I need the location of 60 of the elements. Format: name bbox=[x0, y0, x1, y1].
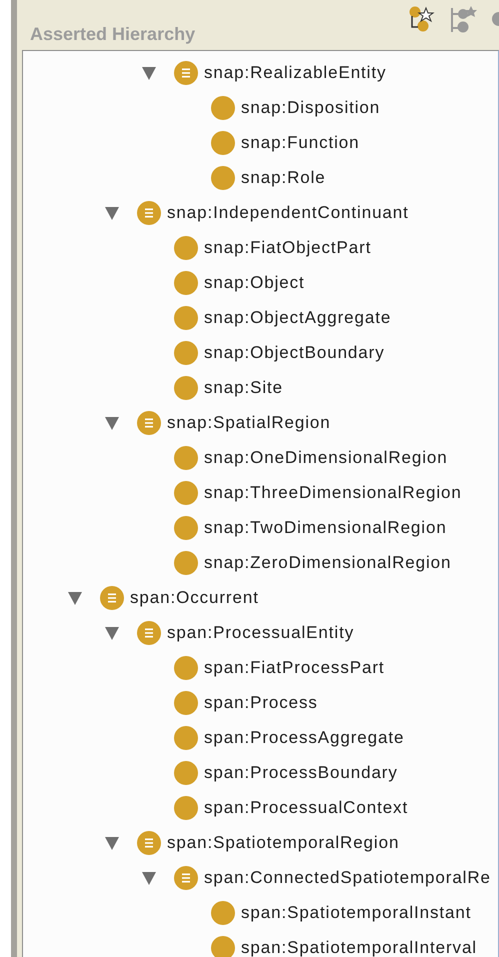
collapse-triangle-icon[interactable] bbox=[142, 870, 156, 884]
class-label[interactable]: span:Process bbox=[204, 692, 318, 712]
class-label[interactable]: span:ProcessBoundary bbox=[204, 762, 398, 782]
class-icon bbox=[100, 586, 124, 610]
class-icon bbox=[137, 620, 161, 644]
class-label[interactable]: snap:Function bbox=[241, 132, 360, 152]
class-label[interactable]: span:ProcessualEntity bbox=[167, 622, 354, 642]
add-subclass-icon[interactable] bbox=[409, 6, 435, 32]
circle-icon bbox=[174, 690, 198, 714]
class-label[interactable]: snap:ObjectAggregate bbox=[204, 308, 392, 328]
class-label[interactable]: span:ConnectedSpatiotemporalRe bbox=[204, 868, 491, 888]
collapse-triangle-icon[interactable] bbox=[105, 626, 119, 640]
circle-icon bbox=[174, 796, 198, 820]
class-icon bbox=[137, 410, 161, 434]
class-label[interactable]: snap:ZeroDimensionalRegion bbox=[204, 552, 452, 572]
collapse-triangle-icon[interactable] bbox=[142, 66, 156, 80]
circle-icon bbox=[174, 760, 198, 784]
class-label[interactable]: snap:TwoDimensionalRegion bbox=[204, 518, 447, 538]
collapse-triangle-icon[interactable] bbox=[105, 416, 119, 430]
class-label[interactable]: span:FiatProcessPart bbox=[204, 658, 385, 678]
class-label[interactable]: snap:Disposition bbox=[241, 98, 380, 118]
circle-icon bbox=[174, 516, 198, 540]
class-label[interactable]: snap:Object bbox=[204, 272, 305, 292]
circle-icon bbox=[211, 166, 235, 190]
class-label[interactable]: span:SpatiotemporalInstant bbox=[241, 902, 472, 922]
panel-title: Asserted Hierarchy bbox=[30, 24, 196, 44]
circle-icon bbox=[174, 656, 198, 680]
class-label[interactable]: span:SpatiotemporalInterval bbox=[241, 938, 477, 957]
class-label[interactable]: snap:IndependentContinuant bbox=[167, 202, 409, 222]
class-label[interactable]: snap:Role bbox=[241, 168, 326, 188]
class-icon bbox=[174, 60, 198, 84]
class-label[interactable]: snap:OneDimensionalRegion bbox=[204, 448, 448, 468]
class-label[interactable]: snap:SpatialRegion bbox=[167, 412, 331, 432]
class-label[interactable]: snap:RealizableEntity bbox=[204, 62, 386, 82]
class-label[interactable]: snap:FiatObjectPart bbox=[204, 238, 372, 258]
circle-icon bbox=[174, 270, 198, 294]
class-icon bbox=[137, 200, 161, 224]
circle-icon bbox=[174, 236, 198, 260]
circle-icon bbox=[211, 96, 235, 120]
circle-icon bbox=[211, 130, 235, 154]
circle-icon bbox=[174, 306, 198, 330]
class-label[interactable]: span:ProcessAggregate bbox=[204, 728, 404, 748]
class-label[interactable]: snap:ObjectBoundary bbox=[204, 342, 385, 362]
circle-icon bbox=[174, 376, 198, 400]
class-label[interactable]: span:ProcessualContext bbox=[204, 798, 408, 818]
class-label[interactable]: span:Occurrent bbox=[130, 588, 259, 608]
class-label[interactable]: span:SpatiotemporalRegion bbox=[167, 832, 400, 852]
collapse-triangle-icon[interactable] bbox=[105, 836, 119, 850]
circle-icon bbox=[174, 550, 198, 574]
circle-icon bbox=[174, 340, 198, 364]
collapse-triangle-icon[interactable] bbox=[68, 590, 82, 604]
class-label[interactable]: snap:Site bbox=[204, 378, 283, 398]
class-label[interactable]: snap:ThreeDimensionalRegion bbox=[204, 482, 462, 502]
collapse-triangle-icon[interactable] bbox=[105, 206, 119, 220]
class-icon bbox=[174, 866, 198, 890]
circle-icon bbox=[174, 446, 198, 470]
class-icon bbox=[137, 830, 161, 854]
circle-icon bbox=[174, 726, 198, 750]
circle-icon bbox=[211, 900, 235, 924]
circle-icon bbox=[174, 480, 198, 504]
